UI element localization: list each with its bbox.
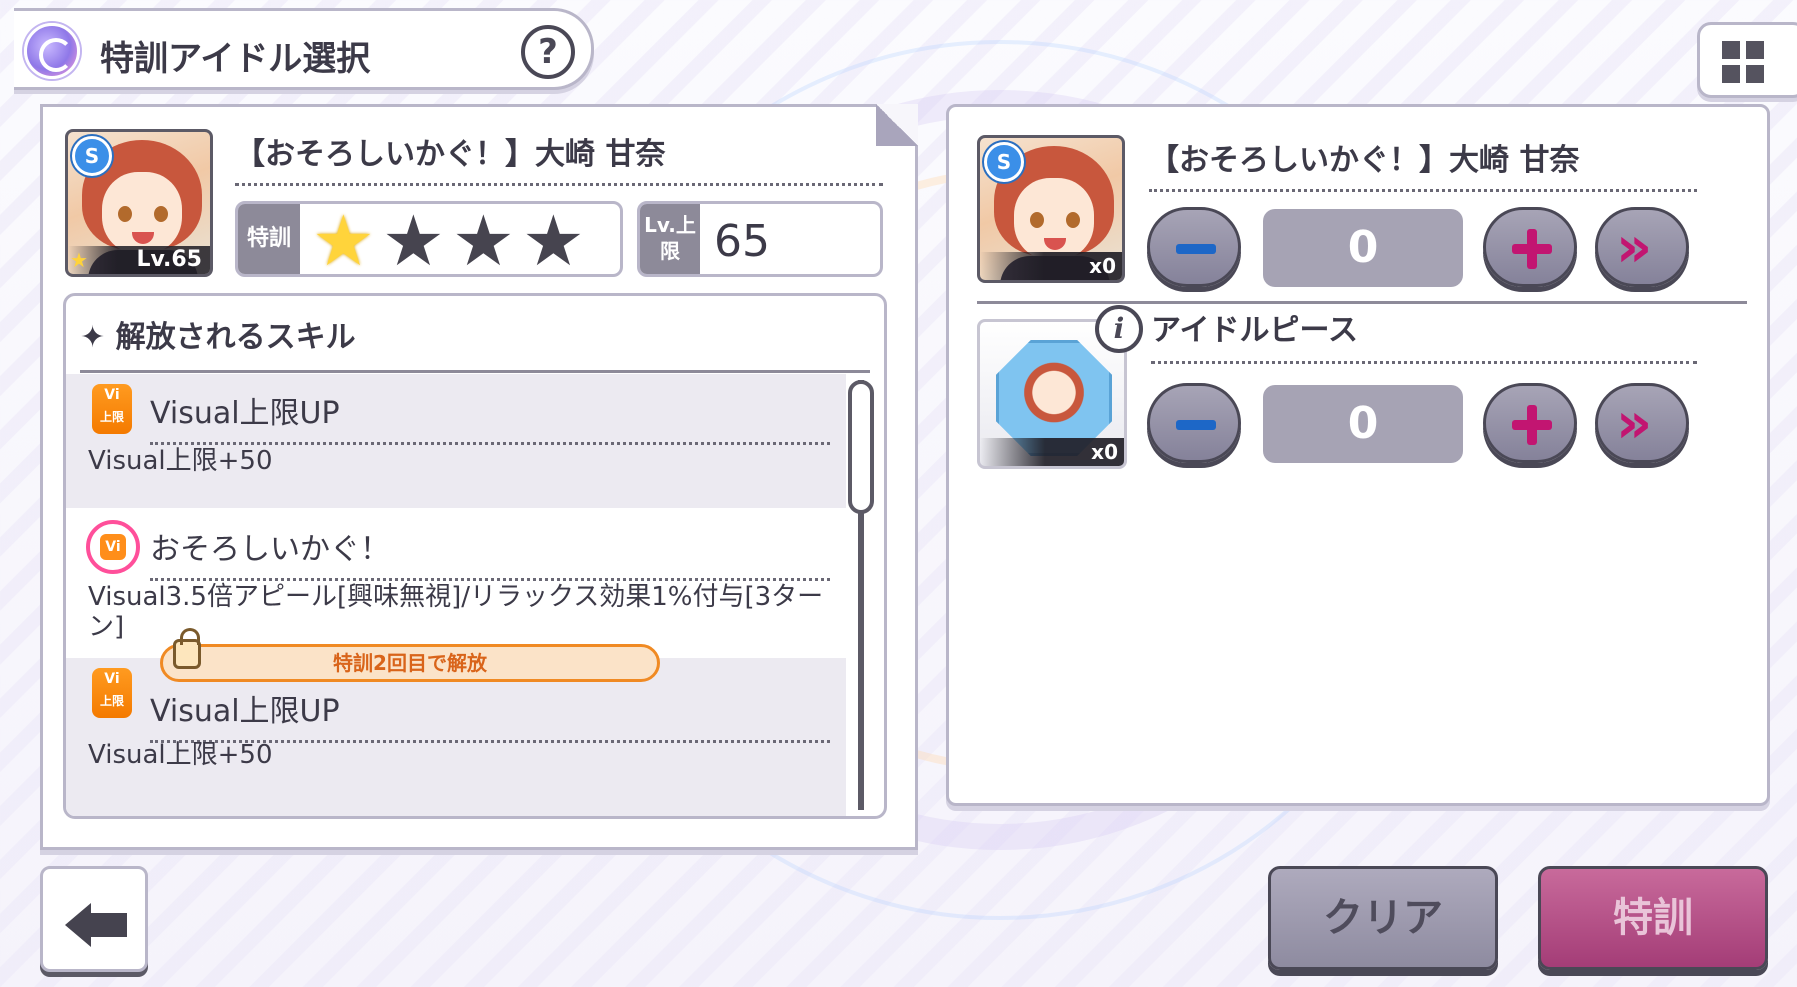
minus-icon xyxy=(1176,420,1216,430)
material-card-title: 【おそろしいかぐ！】大崎 甘奈 xyxy=(1149,135,1697,192)
card-owned-count: x0 xyxy=(980,252,1122,280)
scrollbar[interactable] xyxy=(848,380,874,810)
skill-name: Visual上限UP xyxy=(150,686,830,743)
level-cap: Lv.上限 65 xyxy=(637,201,883,277)
grid-icon xyxy=(1722,65,1740,83)
skill-desc: Visual上限+50 xyxy=(88,740,273,770)
piece-increase-button[interactable] xyxy=(1483,383,1577,463)
unlock-condition-badge: 特訓2回目で解放 xyxy=(160,628,660,682)
skills-header: ✦ 解放されるスキル xyxy=(80,312,870,373)
grid-icon xyxy=(1746,65,1764,83)
divider xyxy=(977,301,1747,304)
fast-forward-icon: » xyxy=(1616,391,1652,456)
star-icon: ★ xyxy=(70,248,88,272)
rarity-badge: S xyxy=(984,142,1024,182)
star-empty-icon: ★ xyxy=(522,201,585,277)
card-max-button[interactable]: » xyxy=(1595,207,1689,287)
skills-list[interactable]: ✦ 解放されるスキル Vi上限 Visual上限UP Visual上限+50 お… xyxy=(63,293,887,819)
rarity-badge: S xyxy=(72,136,112,176)
visual-limit-icon: Vi 上限 xyxy=(92,384,132,434)
piece-decrease-button[interactable] xyxy=(1147,383,1241,463)
skill-name: おそろしいかぐ！ xyxy=(150,524,830,581)
fast-forward-icon: » xyxy=(1616,215,1652,280)
card-decrease-button[interactable] xyxy=(1147,207,1241,287)
list-item: Vi 上限 Visual上限UP Visual上限+50 xyxy=(66,374,846,508)
page-title: 特訓アイドル選択 xyxy=(100,39,371,79)
tokkun-rank: 特訓 ★ ★ ★ ★ xyxy=(235,201,623,277)
selected-idol-panel: S Lv.65 ★ 【おそろしいかぐ！】大崎 甘奈 特訓 ★ ★ ★ ★ Lv.… xyxy=(40,104,918,850)
tokkun-button[interactable]: 特訓 xyxy=(1538,866,1768,970)
lesson-icon xyxy=(24,23,80,79)
info-icon[interactable]: i xyxy=(1095,305,1143,353)
grid-icon xyxy=(1746,41,1764,59)
tokkun-label: 特訓 xyxy=(238,204,300,274)
title-bar: 特訓アイドル選択 ? xyxy=(14,8,594,90)
card-increase-button[interactable] xyxy=(1483,207,1577,287)
idol-piece-label: アイドルピース xyxy=(1151,305,1697,364)
level-cap-label: Lv.上限 xyxy=(640,204,700,274)
card-level: Lv.65 xyxy=(68,246,210,274)
minus-icon xyxy=(1176,244,1216,254)
card-title: 【おそろしいかぐ！】大崎 甘奈 xyxy=(235,129,883,186)
visual-appeal-icon xyxy=(86,520,140,574)
list-item: Vi 上限 Visual上限UP Visual上限+50 xyxy=(66,658,846,816)
back-button[interactable] xyxy=(40,866,148,972)
idol-card-thumbnail[interactable]: S Lv.65 ★ xyxy=(65,129,213,277)
star-empty-icon: ★ xyxy=(452,201,515,277)
material-card-thumbnail[interactable]: S x0 xyxy=(977,135,1125,283)
card-quantity: 0 xyxy=(1263,209,1463,287)
visual-limit-icon: Vi 上限 xyxy=(92,668,132,718)
back-arrow-icon xyxy=(65,903,91,947)
grid-view-button[interactable] xyxy=(1697,22,1797,98)
skill-desc: Visual上限+50 xyxy=(88,446,273,476)
star-empty-icon: ★ xyxy=(382,201,445,277)
grid-icon xyxy=(1722,41,1740,59)
scrollbar-thumb[interactable] xyxy=(848,380,874,514)
lock-icon xyxy=(173,628,201,669)
material-panel: S x0 【おそろしいかぐ！】大崎 甘奈 0 » x0 i アイドルピース 0 … xyxy=(946,104,1770,806)
piece-quantity: 0 xyxy=(1263,385,1463,463)
clear-button[interactable]: クリア xyxy=(1268,866,1498,970)
skill-name: Visual上限UP xyxy=(150,388,830,445)
piece-max-button[interactable]: » xyxy=(1595,383,1689,463)
help-button[interactable]: ? xyxy=(521,25,575,79)
level-cap-value: 65 xyxy=(714,216,770,267)
star-filled-icon: ★ xyxy=(312,201,375,277)
piece-owned-count: x0 xyxy=(980,438,1124,466)
